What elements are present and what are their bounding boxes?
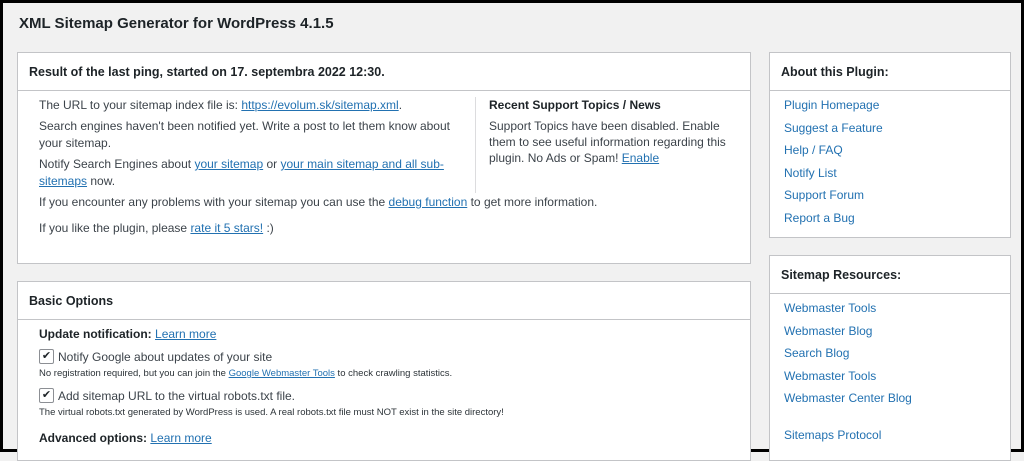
divider: [18, 90, 750, 91]
page-title: XML Sitemap Generator for WordPress 4.1.…: [19, 15, 334, 32]
webmaster-tools-link-2[interactable]: Webmaster Tools: [784, 369, 876, 383]
support-forum-link[interactable]: Support Forum: [784, 188, 864, 202]
checkmark-icon[interactable]: ✔: [39, 349, 54, 364]
google-webmaster-tools-link[interactable]: Google Webmaster Tools: [229, 368, 335, 379]
support-topics-text: Support Topics have been disabled. Enabl…: [489, 119, 726, 165]
sitemap-url-line: The URL to your sitemap index file is: h…: [39, 98, 403, 112]
debug-function-link[interactable]: debug function: [389, 195, 468, 209]
resources-links-list: Webmaster Tools Webmaster Blog Search Bl…: [784, 300, 912, 450]
sitemap-resources-heading: Sitemap Resources:: [781, 268, 902, 282]
ping-details: The URL to your sitemap index file is: h…: [39, 97, 457, 194]
robots-txt-label: Add sitemap URL to the virtual robots.tx…: [58, 388, 295, 403]
update-learn-more-link[interactable]: Learn more: [155, 327, 216, 341]
plugin-homepage-link[interactable]: Plugin Homepage: [784, 98, 879, 112]
robots-txt-option[interactable]: ✔ Add sitemap URL to the virtual robots.…: [39, 388, 295, 403]
divider: [770, 90, 1010, 91]
report-bug-link[interactable]: Report a Bug: [784, 211, 855, 225]
update-notification-label: Update notification: Learn more: [39, 327, 217, 341]
debug-line: If you encounter any problems with your …: [39, 195, 598, 209]
ping-result-heading: Result of the last ping, started on 17. …: [29, 65, 385, 79]
notify-google-label: Notify Google about updates of your site: [58, 349, 273, 364]
basic-options-heading: Basic Options: [29, 294, 114, 308]
suggest-feature-link[interactable]: Suggest a Feature: [784, 121, 883, 135]
your-sitemap-link[interactable]: your sitemap: [194, 157, 263, 171]
webmaster-blog-link[interactable]: Webmaster Blog: [784, 324, 872, 338]
about-plugin-panel: About this Plugin: Plugin Homepage Sugge…: [769, 52, 1011, 238]
basic-options-panel: Basic Options Update notification: Learn…: [17, 281, 751, 461]
help-faq-link[interactable]: Help / FAQ: [784, 143, 843, 157]
support-topics-heading: Recent Support Topics / News: [489, 98, 661, 112]
rate-plugin-link[interactable]: rate it 5 stars!: [190, 221, 263, 235]
rate-line: If you like the plugin, please rate it 5…: [39, 221, 274, 235]
robots-txt-note: The virtual robots.txt generated by Word…: [39, 407, 504, 418]
about-plugin-heading: About this Plugin:: [781, 65, 889, 79]
webmaster-tools-link[interactable]: Webmaster Tools: [784, 301, 876, 315]
support-topics-panel: Recent Support Topics / News Support Top…: [475, 97, 747, 193]
notify-list-link[interactable]: Notify List: [784, 166, 837, 180]
enable-support-link[interactable]: Enable: [622, 151, 659, 165]
divider: [770, 293, 1010, 294]
not-notified-text: Search engines haven't been notified yet…: [39, 119, 450, 150]
divider: [18, 319, 750, 320]
sitemap-resources-panel: Sitemap Resources: Webmaster Tools Webma…: [769, 255, 1011, 461]
webmaster-center-blog-link[interactable]: Webmaster Center Blog: [784, 391, 912, 405]
sitemap-url-link[interactable]: https://evolum.sk/sitemap.xml: [241, 98, 398, 112]
sitemaps-protocol-link[interactable]: Sitemaps Protocol: [784, 428, 881, 442]
search-blog-link[interactable]: Search Blog: [784, 346, 849, 360]
advanced-options-label: Advanced options: Learn more: [39, 431, 212, 445]
notify-engines-line: Notify Search Engines about your sitemap…: [39, 157, 444, 188]
checkmark-icon[interactable]: ✔: [39, 388, 54, 403]
advanced-learn-more-link[interactable]: Learn more: [150, 431, 211, 445]
notify-google-note: No registration required, but you can jo…: [39, 368, 453, 379]
notify-google-option[interactable]: ✔ Notify Google about updates of your si…: [39, 349, 272, 364]
about-links-list: Plugin Homepage Suggest a Feature Help /…: [784, 97, 883, 233]
ping-result-panel: Result of the last ping, started on 17. …: [17, 52, 751, 264]
